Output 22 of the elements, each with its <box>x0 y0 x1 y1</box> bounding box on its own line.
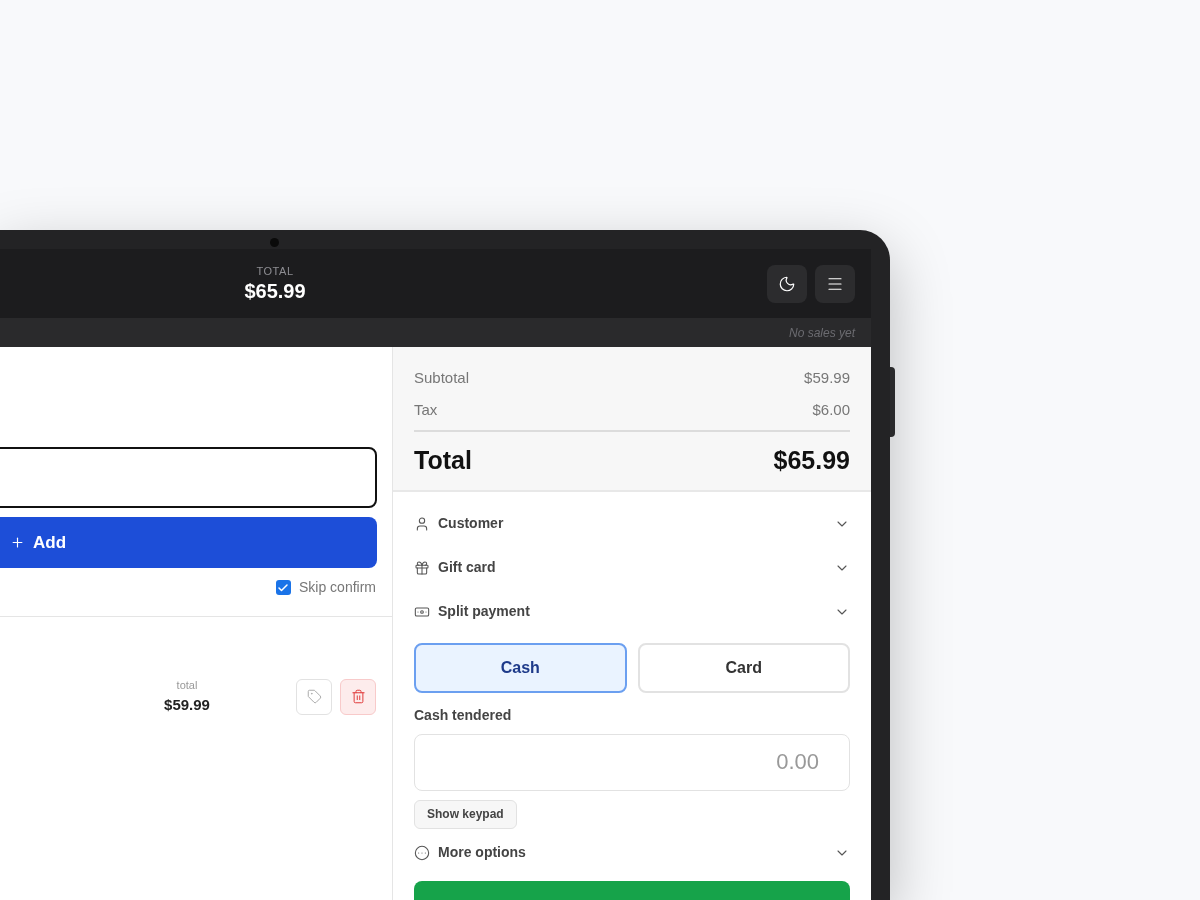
summary-value: $6.00 <box>812 399 850 420</box>
grand-total-label: Total <box>414 445 472 476</box>
summary-label: Subtotal <box>414 367 470 388</box>
grand-total-value: $65.99 <box>773 445 850 476</box>
status-text: No sales yet <box>788 324 855 342</box>
line-total-amount: $59.99 <box>164 694 210 715</box>
section-toggle[interactable]: Customer <box>414 501 850 546</box>
cash-tendered-field[interactable]: 0.00 <box>414 733 850 791</box>
summary-value: $59.99 <box>804 367 850 388</box>
add-button[interactable]: Add <box>0 517 377 568</box>
summary-label: Tax <box>414 399 438 420</box>
section-toggle[interactable]: Gift card <box>414 545 850 590</box>
cash-tendered-label: Cash tendered <box>414 705 513 725</box>
skip-confirm-label: Skip confirm <box>298 578 376 597</box>
total-amount: $65.99 <box>244 279 306 305</box>
section-toggle[interactable]: Split payment <box>414 589 850 634</box>
line-total-label: total <box>176 678 198 693</box>
payment-method-button[interactable]: Card <box>637 642 850 693</box>
section-toggle[interactable]: More options <box>414 830 850 875</box>
total-label: TOTAL <box>256 263 294 279</box>
show-keypad-button[interactable]: Show keypad <box>414 799 517 829</box>
payment-method-button[interactable]: Cash <box>414 642 627 693</box>
